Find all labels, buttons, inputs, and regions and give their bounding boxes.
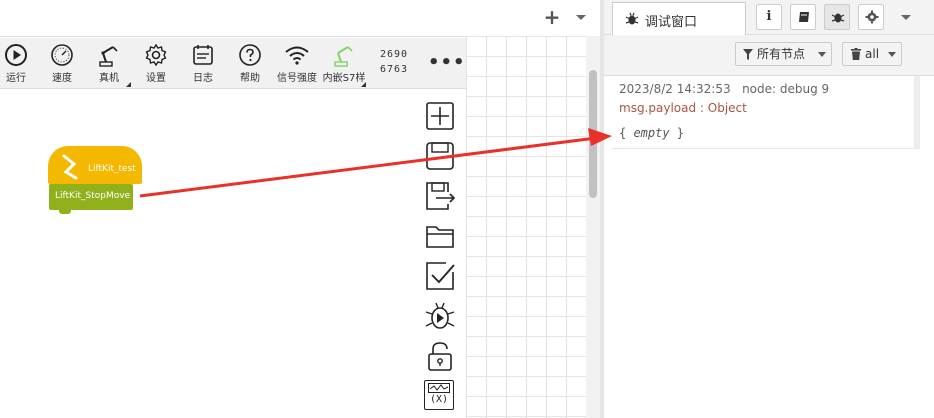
debug-run-icon[interactable] [424, 300, 456, 332]
robot-arm-green-icon [334, 46, 353, 67]
flow-canvas-grid[interactable] [466, 36, 586, 418]
variable-icon[interactable]: (X) [424, 380, 454, 410]
info-tab-button[interactable]: i [756, 4, 782, 30]
coordinate-y: 6763 [380, 64, 409, 75]
speed-button[interactable]: 速度 [40, 43, 84, 87]
debug-message-node: node: debug 9 [742, 82, 830, 96]
caret-down-icon [818, 52, 826, 57]
more-menu-button[interactable]: ••• [428, 52, 466, 73]
signal-strength-label: 信号强度 [277, 73, 317, 84]
flow-list-chevron-icon[interactable] [574, 8, 588, 26]
real-robot-label: 真机 [99, 73, 119, 84]
coordinate-x: 2690 [380, 49, 409, 60]
speed-label: 速度 [52, 73, 72, 84]
add-flow-button[interactable]: + [542, 6, 562, 28]
canvas-scrollbar-thumb[interactable] [589, 70, 597, 198]
bug-icon [625, 12, 639, 25]
save-icon[interactable] [424, 140, 456, 172]
save-as-icon[interactable] [424, 180, 456, 212]
real-robot-button[interactable]: 真机 [87, 43, 131, 87]
bug-icon [831, 13, 845, 23]
help-book-tab-button[interactable] [790, 4, 816, 30]
play-icon [5, 44, 27, 66]
embedded-model-button[interactable]: 内嵌S7样 [322, 43, 366, 87]
debug-message-time: 2023/8/2 14:32:53 [619, 82, 731, 96]
caret-down-icon [888, 52, 896, 57]
hat-block-label: LiftKit_test [88, 164, 136, 174]
clear-messages-dropdown[interactable]: all [842, 42, 902, 66]
waveform-icon [428, 383, 450, 393]
node-filter-label: 所有节点 [757, 47, 806, 61]
debug-filter-bar: 所有节点 all [604, 35, 934, 76]
log-button[interactable]: 日志 [181, 43, 225, 87]
help-button[interactable]: 帮助 [228, 43, 272, 87]
wifi-signal-icon [285, 46, 309, 65]
unlock-icon[interactable] [424, 340, 456, 372]
trash-icon [851, 48, 861, 60]
brace-open: { [619, 126, 634, 140]
signal-strength-button[interactable]: 信号强度 [275, 43, 319, 87]
tab-debug-window[interactable]: 调试窗口 [612, 2, 746, 35]
sidebar-menu-chevron-icon[interactable] [899, 8, 913, 26]
clear-messages-label: all [865, 47, 880, 61]
debug-message-topic: msg.payload : Object [619, 101, 747, 115]
debug-message-body[interactable]: { empty } [619, 126, 684, 140]
check-icon[interactable] [424, 260, 456, 292]
block-editor[interactable]: 运行 速度 真机 设置 日志 帮助 信号强度 内嵌S7样 2690 6763 •… [0, 38, 466, 418]
coordinate-readout: 2690 6763 [380, 47, 408, 77]
settings-button[interactable]: 设置 [134, 43, 178, 87]
log-label: 日志 [193, 73, 213, 84]
gear-icon [145, 43, 167, 67]
empty-value: empty [633, 126, 670, 140]
debug-message-meta: 2023/8/2 14:32:53 node: debug 9 [619, 82, 829, 96]
debug-sidebar: 调试窗口 i 所有节点 all 2023/8/2 14:32:53 node: … [604, 0, 934, 418]
zoom-plus-icon[interactable] [424, 100, 456, 132]
info-icon: i [766, 9, 772, 24]
node-filter-dropdown[interactable]: 所有节点 [735, 42, 832, 66]
calendar-log-icon [193, 45, 213, 65]
tab-debug-window-label: 调试窗口 [645, 15, 698, 30]
run-label: 运行 [6, 73, 26, 84]
embedded-model-label: 内嵌S7样 [322, 73, 366, 84]
filter-icon [743, 49, 753, 60]
command-block-stop-move[interactable]: LiftKit_StopMove [49, 184, 133, 214]
speed-gauge-icon [51, 44, 73, 66]
block-toolbar: 运行 速度 真机 设置 日志 帮助 信号强度 内嵌S7样 2690 6763 •… [0, 38, 466, 89]
brace-close: } [669, 126, 685, 140]
open-folder-icon[interactable] [424, 220, 456, 252]
gear-icon [865, 10, 879, 24]
program-start-icon [62, 154, 78, 180]
dropdown-corner-icon [361, 82, 366, 87]
sidebar-header: 调试窗口 i [604, 0, 934, 35]
debug-tab-button[interactable] [824, 4, 850, 30]
config-tab-button[interactable] [858, 4, 884, 30]
run-button[interactable]: 运行 [0, 43, 38, 87]
help-label: 帮助 [240, 73, 260, 84]
block-notch [59, 209, 71, 214]
dropdown-corner-icon [126, 82, 131, 87]
robot-arm-icon [99, 46, 118, 67]
help-icon [239, 44, 261, 66]
variable-icon-text: (X) [430, 394, 449, 405]
hat-block-liftkit-test[interactable]: LiftKit_test [48, 146, 142, 184]
command-block-label: LiftKit_StopMove [55, 191, 131, 201]
debug-message[interactable]: 2023/8/2 14:32:53 node: debug 9 msg.payl… [612, 76, 920, 149]
book-icon [799, 12, 809, 22]
settings-label: 设置 [146, 73, 166, 84]
flow-tabs-bar: + [0, 0, 600, 37]
